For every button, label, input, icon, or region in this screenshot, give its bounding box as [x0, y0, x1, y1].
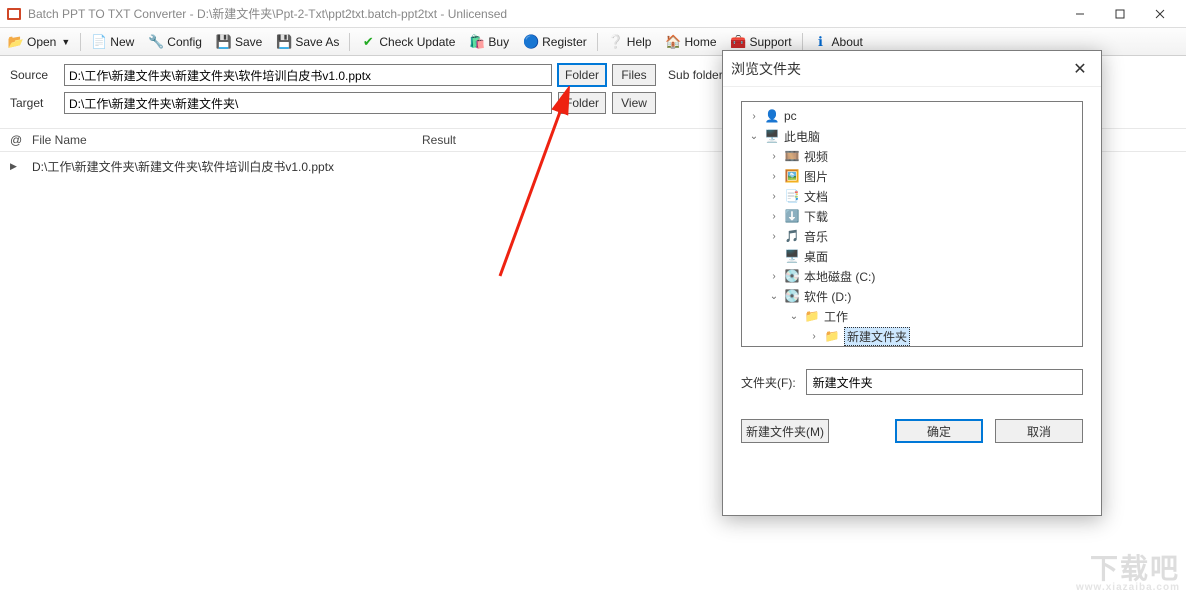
check-update-button[interactable]: ✔Check Update — [354, 31, 461, 53]
pc-icon: 🖥️ — [764, 128, 780, 144]
tree-node-pc[interactable]: ›👤pc — [744, 106, 1080, 126]
folder-icon: 📁 — [824, 328, 840, 344]
tree-node-pictures[interactable]: ›🖼️图片 — [744, 166, 1080, 186]
titlebar: Batch PPT TO TXT Converter - D:\新建文件夹\Pp… — [0, 0, 1186, 28]
folder-icon: 📁 — [804, 308, 820, 324]
watermark: 下载吧 www.xiazaiba.com — [1076, 555, 1180, 593]
saveas-icon: 💾 — [276, 34, 292, 50]
target-folder-button[interactable]: Folder — [558, 92, 606, 114]
cancel-button[interactable]: 取消 — [995, 419, 1083, 443]
documents-icon: 📑 — [784, 188, 800, 204]
config-icon: 🔧 — [148, 34, 164, 50]
ok-button[interactable]: 确定 — [895, 419, 983, 443]
separator — [802, 33, 803, 51]
tree-node-thispc[interactable]: ⌄🖥️此电脑 — [744, 126, 1080, 146]
check-icon: ✔ — [360, 34, 376, 50]
browse-folder-dialog: 浏览文件夹 ✕ ›👤pc ⌄🖥️此电脑 ›🎞️视频 ›🖼️图片 ›📑文档 ›⬇️… — [722, 50, 1102, 516]
app-icon — [6, 6, 22, 22]
pictures-icon: 🖼️ — [784, 168, 800, 184]
about-icon: ℹ — [813, 34, 829, 50]
tree-node-drive-d[interactable]: ⌄💽软件 (D:) — [744, 286, 1080, 306]
home-icon: 🏠 — [665, 34, 681, 50]
window-title: Batch PPT TO TXT Converter - D:\新建文件夹\Pp… — [28, 5, 1060, 22]
source-folder-button[interactable]: Folder — [558, 64, 606, 86]
register-button[interactable]: 🔵Register — [517, 31, 593, 53]
help-button[interactable]: ❔Help — [602, 31, 658, 53]
target-view-button[interactable]: View — [612, 92, 656, 114]
col-at[interactable]: @ — [10, 133, 32, 147]
source-input[interactable] — [64, 64, 552, 86]
open-icon: 📂 — [8, 34, 24, 50]
separator — [349, 33, 350, 51]
col-filename[interactable]: File Name — [32, 133, 422, 147]
new-icon: 📄 — [91, 34, 107, 50]
register-icon: 🔵 — [523, 34, 539, 50]
folder-tree[interactable]: ›👤pc ⌄🖥️此电脑 ›🎞️视频 ›🖼️图片 ›📑文档 ›⬇️下载 ›🎵音乐 … — [741, 101, 1083, 347]
close-button[interactable] — [1140, 0, 1180, 28]
folder-field-input[interactable] — [806, 369, 1083, 395]
tree-node-desktop[interactable]: 🖥️桌面 — [744, 246, 1080, 266]
separator — [597, 33, 598, 51]
desktop-icon: 🖥️ — [784, 248, 800, 264]
tree-node-video[interactable]: ›🎞️视频 — [744, 146, 1080, 166]
maximize-button[interactable] — [1100, 0, 1140, 28]
target-label: Target — [10, 96, 58, 110]
row-filename: D:\工作\新建文件夹\新建文件夹\软件培训白皮书v1.0.pptx — [32, 158, 422, 175]
separator — [80, 33, 81, 51]
source-files-button[interactable]: Files — [612, 64, 656, 86]
target-input[interactable] — [64, 92, 552, 114]
home-button[interactable]: 🏠Home — [659, 31, 722, 53]
row-marker-icon: ▶ — [10, 161, 32, 172]
dialog-close-button[interactable]: ✕ — [1067, 56, 1093, 82]
tree-node-music[interactable]: ›🎵音乐 — [744, 226, 1080, 246]
dialog-title: 浏览文件夹 — [731, 59, 1067, 79]
open-button[interactable]: 📂Open▼ — [2, 31, 76, 53]
support-icon: 🧰 — [731, 34, 747, 50]
saveas-button[interactable]: 💾Save As — [270, 31, 345, 53]
tree-node-drive-c[interactable]: ›💽本地磁盘 (C:) — [744, 266, 1080, 286]
tree-node-newfolder[interactable]: ›📁新建文件夹 — [744, 326, 1080, 346]
help-icon: ❔ — [608, 34, 624, 50]
drive-icon: 💽 — [784, 288, 800, 304]
minimize-button[interactable] — [1060, 0, 1100, 28]
source-label: Source — [10, 68, 58, 82]
buy-button[interactable]: 🛍️Buy — [463, 31, 515, 53]
subfolders-label: Sub folders — [668, 68, 729, 82]
save-button[interactable]: 💾Save — [210, 31, 268, 53]
video-icon: 🎞️ — [784, 148, 800, 164]
new-button[interactable]: 📄New — [85, 31, 140, 53]
new-folder-button[interactable]: 新建文件夹(M) — [741, 419, 829, 443]
user-icon: 👤 — [764, 108, 780, 124]
tree-node-downloads[interactable]: ›⬇️下载 — [744, 206, 1080, 226]
downloads-icon: ⬇️ — [784, 208, 800, 224]
config-button[interactable]: 🔧Config — [142, 31, 208, 53]
save-icon: 💾 — [216, 34, 232, 50]
buy-icon: 🛍️ — [469, 34, 485, 50]
tree-node-work[interactable]: ⌄📁工作 — [744, 306, 1080, 326]
folder-field-label: 文件夹(F): — [741, 374, 796, 391]
music-icon: 🎵 — [784, 228, 800, 244]
drive-icon: 💽 — [784, 268, 800, 284]
tree-node-documents[interactable]: ›📑文档 — [744, 186, 1080, 206]
